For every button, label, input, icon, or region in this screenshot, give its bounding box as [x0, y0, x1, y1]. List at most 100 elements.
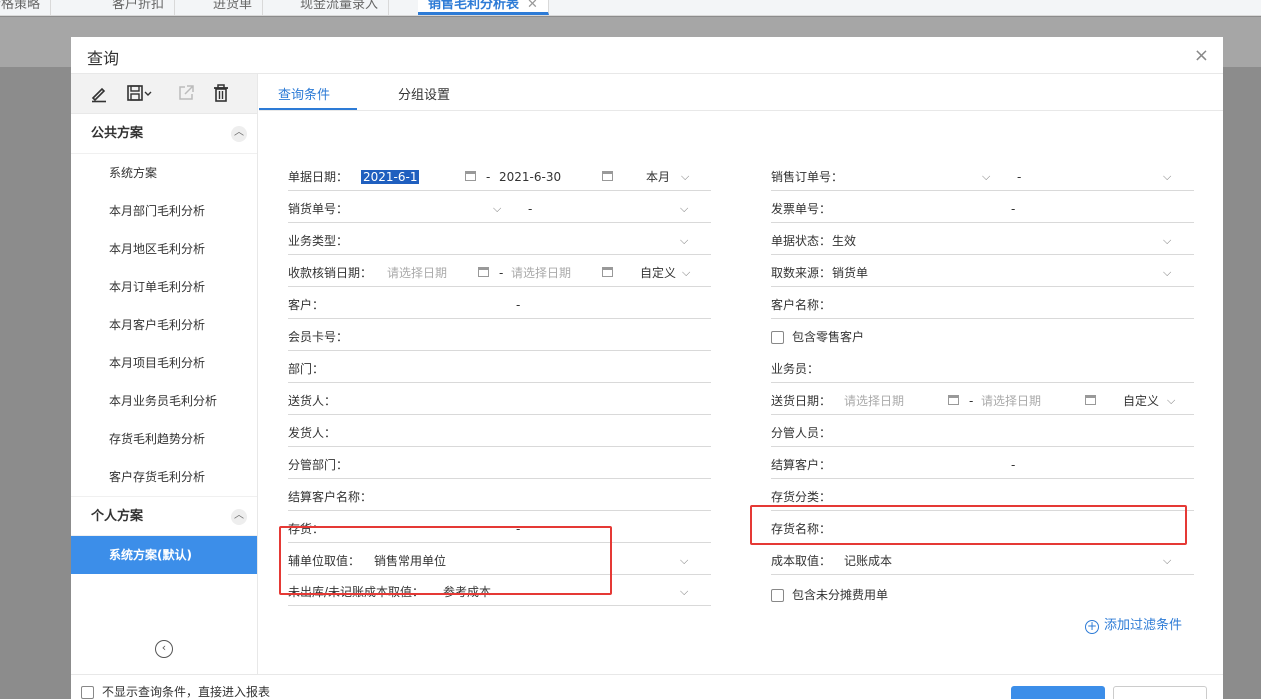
customer-field[interactable]: 客户： -: [288, 292, 711, 319]
field-label: 销售订单号：: [771, 170, 844, 184]
edit-icon[interactable]: [88, 83, 110, 105]
date-to-input[interactable]: 2021-6-30: [499, 164, 561, 190]
calendar-icon[interactable]: [1085, 395, 1096, 405]
active-tab-indicator: [259, 108, 357, 110]
scheme-item-project-margin[interactable]: 本月项目毛利分析: [71, 344, 257, 382]
checkbox-box[interactable]: [81, 686, 94, 699]
include-retail-checkbox[interactable]: 包含零售客户: [771, 326, 864, 348]
app-tab-cashflow-entry[interactable]: 现金流量录入: [290, 0, 390, 15]
delete-icon[interactable]: [210, 83, 232, 105]
chevron-down-icon[interactable]: ⌵: [493, 196, 501, 222]
scheme-item-customer-margin[interactable]: 本月客户毛利分析: [71, 306, 257, 344]
date-from-input[interactable]: 请选择日期: [387, 260, 447, 286]
doc-status-field[interactable]: 单据状态： 生效 ⌵: [771, 228, 1194, 255]
scheme-item-region-margin[interactable]: 本月地区毛利分析: [71, 230, 257, 268]
chevron-up-icon[interactable]: ︿: [231, 126, 247, 142]
calendar-icon[interactable]: [602, 267, 613, 277]
inv-category-field[interactable]: 存货分类：: [771, 484, 1194, 511]
app-tab-purchase-order[interactable]: 进货单: [203, 0, 264, 15]
calendar-icon[interactable]: [478, 267, 489, 277]
save-icon[interactable]: [125, 83, 155, 105]
date-range-select[interactable]: 本月: [646, 164, 670, 190]
dept-field[interactable]: 部门：: [288, 356, 711, 383]
settle-cust-field[interactable]: 结算客户： -: [771, 452, 1194, 479]
close-icon[interactable]: ×: [1194, 45, 1209, 66]
shipper-field[interactable]: 发货人：: [288, 420, 711, 447]
mgr-dept-field[interactable]: 分管部门：: [288, 452, 711, 479]
date-range-select[interactable]: 自定义: [1123, 388, 1159, 414]
app-tab-sales-margin[interactable]: 销售毛利分析表 ✕: [418, 0, 549, 15]
date-from-input[interactable]: 请选择日期: [844, 388, 904, 414]
add-filter-button[interactable]: + 添加过滤条件: [1085, 614, 1182, 634]
checkbox-box[interactable]: [771, 331, 784, 344]
scheme-item-order-margin[interactable]: 本月订单毛利分析: [71, 268, 257, 306]
scheme-item-customer-inventory[interactable]: 客户存货毛利分析: [71, 458, 257, 496]
chevron-down-icon[interactable]: ⌵: [682, 260, 690, 286]
chevron-down-icon[interactable]: ⌵: [681, 164, 689, 190]
mgr-person-field[interactable]: 分管人员：: [771, 420, 1194, 447]
chevron-down-icon[interactable]: ⌵: [1163, 260, 1171, 286]
scheme-item-system[interactable]: 系统方案: [71, 154, 257, 192]
chevron-down-icon[interactable]: ⌵: [1163, 228, 1171, 254]
cancel-button[interactable]: [1113, 686, 1207, 699]
skip-query-checkbox[interactable]: 不显示查询条件，直接进入报表: [81, 683, 270, 699]
inv-name-field[interactable]: 存货名称：: [771, 516, 1194, 543]
chevron-down-icon[interactable]: ⌵: [1163, 164, 1171, 190]
unshipped-cost-field[interactable]: 未出库/未记账成本取值： 参考成本 ⌵: [288, 579, 711, 606]
data-source-field[interactable]: 取数来源： 销货单 ⌵: [771, 260, 1194, 287]
scheme-item-salesman-margin[interactable]: 本月业务员毛利分析: [71, 382, 257, 420]
query-main: 查询条件 分组设置 单据日期： 2021-6-1 - 2021-6-30 本月 …: [259, 74, 1223, 674]
chevron-up-icon[interactable]: ︿: [231, 509, 247, 525]
cost-value-field[interactable]: 成本取值： 记账成本 ⌵: [771, 548, 1194, 575]
range-separator: -: [1011, 458, 1016, 472]
calendar-icon[interactable]: [465, 171, 476, 181]
date-from-input[interactable]: 2021-6-1: [361, 164, 420, 190]
date-range-select[interactable]: 自定义: [640, 260, 676, 286]
field-label: 发票单号：: [771, 202, 832, 216]
checkbox-label: 包含零售客户: [792, 330, 865, 344]
personal-scheme-header[interactable]: 个人方案 ︿: [71, 496, 257, 536]
public-scheme-header[interactable]: 公共方案 ︿: [71, 114, 257, 154]
chevron-down-icon[interactable]: ⌵: [680, 579, 688, 605]
sales-no-field[interactable]: 销货单号： ⌵ - ⌵: [288, 196, 711, 223]
chevron-down-icon[interactable]: ⌵: [982, 164, 990, 190]
chevron-down-icon[interactable]: ⌵: [1167, 388, 1175, 414]
member-card-field[interactable]: 会员卡号：: [288, 324, 711, 351]
confirm-button[interactable]: [1011, 686, 1105, 699]
field-label: 客户：: [288, 298, 325, 312]
date-to-input[interactable]: 请选择日期: [511, 260, 571, 286]
salesman-field[interactable]: 业务员：: [771, 356, 1194, 383]
calendar-icon[interactable]: [948, 395, 959, 405]
chevron-down-icon[interactable]: ⌵: [680, 196, 688, 222]
include-unallocated-checkbox[interactable]: 包含未分摊费用单: [771, 584, 888, 606]
date-to-input[interactable]: 请选择日期: [981, 388, 1041, 414]
app-tab-label: 现金流量录入: [300, 0, 379, 12]
scheme-item-inventory-trend[interactable]: 存货毛利趋势分析: [71, 420, 257, 458]
settle-cust-name-field[interactable]: 结算客户名称：: [288, 484, 711, 511]
checkbox-box[interactable]: [771, 589, 784, 602]
chevron-down-icon[interactable]: ⌵: [680, 548, 688, 574]
query-tabs: 查询条件 分组设置: [259, 74, 1223, 111]
scheme-item-system-default[interactable]: 系统方案(默认): [71, 536, 257, 574]
scheme-item-dept-margin[interactable]: 本月部门毛利分析: [71, 192, 257, 230]
export-icon[interactable]: [175, 83, 197, 105]
invoice-no-field[interactable]: 发票单号： -: [771, 196, 1194, 223]
close-tab-icon[interactable]: ✕: [527, 0, 538, 12]
deliverer-field[interactable]: 送货人：: [288, 388, 711, 415]
cust-name-field[interactable]: 客户名称：: [771, 292, 1194, 319]
tab-query-conditions[interactable]: 查询条件: [278, 84, 330, 103]
app-tab-customer-discount[interactable]: 客户折扣: [102, 0, 176, 15]
calendar-icon[interactable]: [602, 171, 613, 181]
range-separator: -: [1011, 202, 1016, 216]
sales-order-no-field[interactable]: 销售订单号： ⌵ - ⌵: [771, 164, 1194, 191]
biz-type-field[interactable]: 业务类型： ⌵: [288, 228, 711, 255]
app-tab-label: 进货单: [213, 0, 253, 12]
app-tab-price-strategy[interactable]: 价格策略: [0, 0, 52, 15]
delivery-date-field: 送货日期： 请选择日期 - 请选择日期 自定义 ⌵: [771, 388, 1194, 415]
chevron-down-icon[interactable]: ⌵: [1163, 548, 1171, 574]
aux-unit-field[interactable]: 辅单位取值： 销售常用单位 ⌵: [288, 548, 711, 575]
chevron-down-icon[interactable]: ⌵: [680, 228, 688, 254]
inventory-field[interactable]: 存货： -: [288, 516, 711, 543]
collapse-sidebar-icon[interactable]: ‹: [155, 640, 173, 658]
tab-group-settings[interactable]: 分组设置: [398, 84, 450, 103]
